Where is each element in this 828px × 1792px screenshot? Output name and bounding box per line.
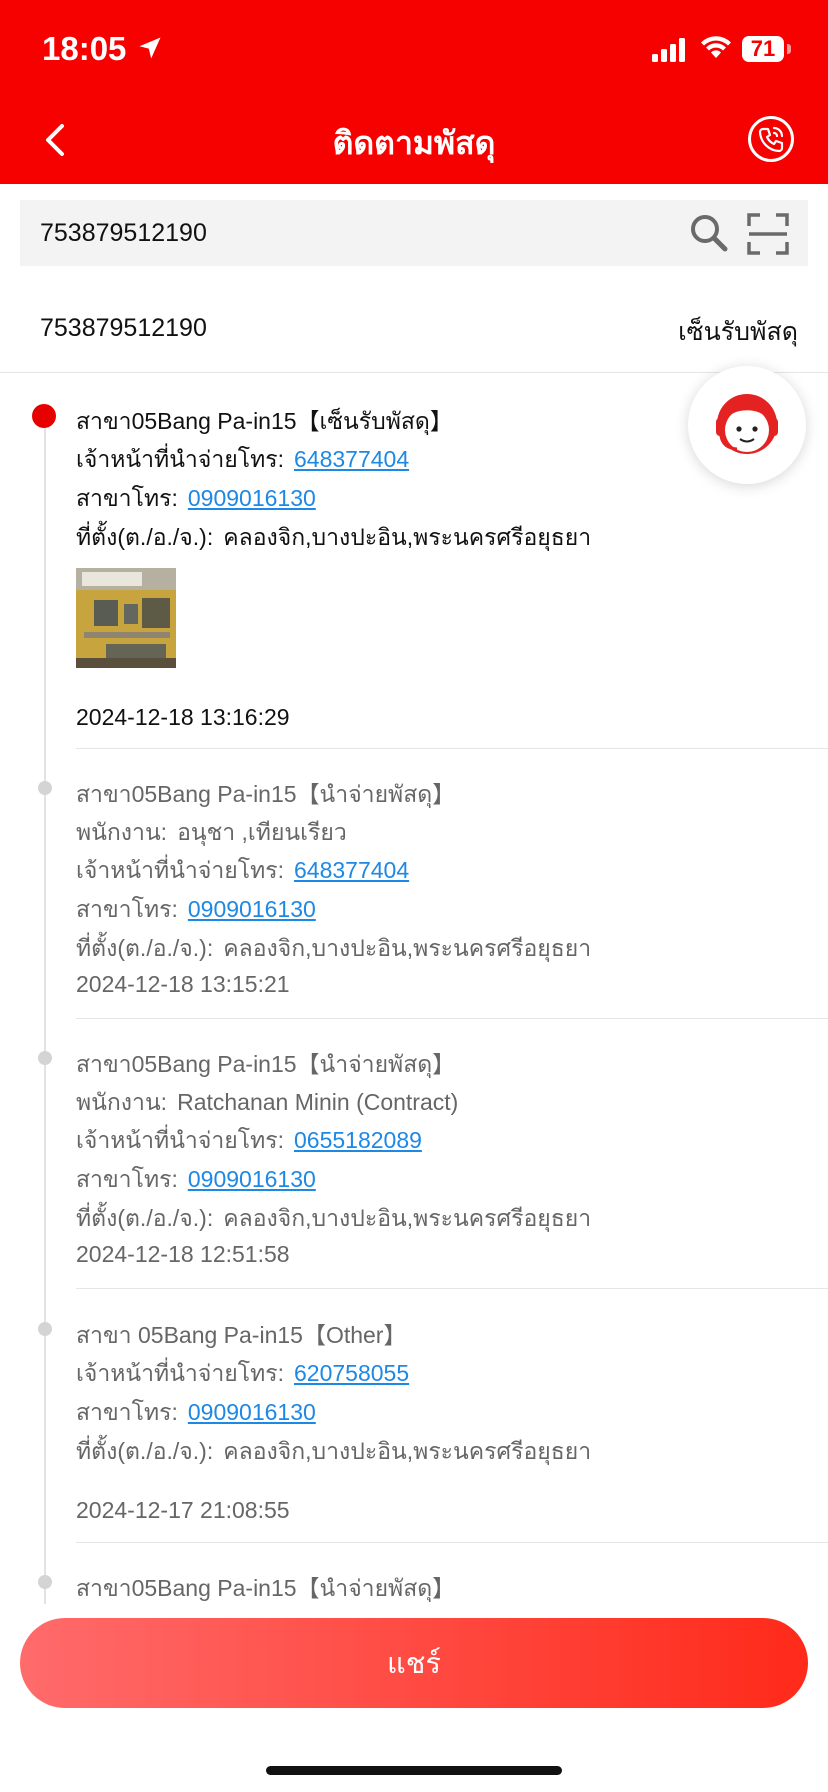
courier-phone-row: เจ้าหน้าที่นำจ่ายโทร: 648377404 — [76, 442, 409, 478]
entry-divider — [76, 1018, 828, 1019]
branch-phone-row: สาขาโทร: 0909016130 — [76, 892, 316, 928]
status-time: 18:05 — [42, 30, 127, 67]
entry-title: สาขา05Bang Pa-in15【นำจ่ายพัสดุ】 — [76, 1051, 456, 1077]
branch-phone-label: สาขาโทร: — [76, 896, 178, 922]
staff-label: พนักงาน: — [76, 1089, 168, 1115]
location-label: ที่ตั้ง(ต./อ./จ.): — [76, 1205, 214, 1231]
location-value: คลองจิก,บางปะอิน,พระนครศรีอยุธยา — [223, 524, 592, 550]
tracking-number: 753879512190 — [40, 314, 207, 342]
location-arrow-icon — [139, 37, 161, 59]
courier-phone-link[interactable]: 648377404 — [294, 446, 409, 472]
header-bar: 18:05 71 ติดตามพัสดุ — [0, 0, 828, 184]
timeline-dot — [38, 1575, 52, 1589]
delivery-photo[interactable] — [76, 568, 176, 668]
courier-phone-link[interactable]: 620758055 — [294, 1360, 409, 1386]
customer-service-button[interactable] — [688, 366, 806, 484]
location-row: ที่ตั้ง(ต./อ./จ.): คลองจิก,บางปะอิน,พระนค… — [76, 520, 591, 556]
branch-phone-label: สาขาโทร: — [76, 485, 178, 511]
entry-title: สาขา05Bang Pa-in15【นำจ่ายพัสดุ】 — [76, 781, 456, 807]
location-value: คลองจิก,บางปะอิน,พระนครศรีอยุธยา — [223, 1205, 592, 1231]
headset-agent-icon — [716, 394, 778, 454]
location-label: ที่ตั้ง(ต./อ./จ.): — [76, 935, 214, 961]
staff-label: พนักงาน: — [76, 819, 168, 845]
timeline-dot — [38, 781, 52, 795]
search-icon[interactable] — [688, 212, 730, 254]
tracking-search-input[interactable] — [40, 200, 680, 266]
entry-title: สาขา 05Bang Pa-in15【Other】 — [76, 1322, 407, 1348]
branch-phone-row: สาขาโทร: 0909016130 — [76, 1162, 316, 1198]
entry-time: 2024-12-18 12:51:58 — [76, 1241, 290, 1267]
timeline-line — [44, 414, 46, 1604]
branch-phone-link[interactable]: 0909016130 — [188, 485, 316, 511]
courier-phone-label: เจ้าหน้าที่นำจ่ายโทร: — [76, 446, 284, 472]
branch-phone-row: สาขาโทร: 0909016130 — [76, 481, 316, 517]
branch-phone-row: สาขาโทร: 0909016130 — [76, 1395, 316, 1431]
timeline-dot — [38, 1322, 52, 1336]
courier-phone-label: เจ้าหน้าที่นำจ่ายโทร: — [76, 1127, 284, 1153]
branch-phone-link[interactable]: 0909016130 — [188, 896, 316, 922]
signal-icon — [652, 38, 685, 62]
parcel-status: เซ็นรับพัสดุ — [678, 318, 798, 346]
page-title: ติดตามพัสดุ — [332, 125, 496, 161]
entry-time: 2024-12-18 13:16:29 — [76, 704, 290, 730]
phone-call-icon — [758, 126, 784, 153]
search-box — [20, 200, 808, 266]
branch-phone-link[interactable]: 0909016130 — [188, 1166, 316, 1192]
staff-row: พนักงาน: อนุชา ,เทียนเรียว — [76, 815, 347, 851]
wifi-icon — [701, 36, 731, 58]
scan-icon[interactable] — [746, 212, 790, 256]
branch-phone-label: สาขาโทร: — [76, 1399, 178, 1425]
courier-phone-row: เจ้าหน้าที่นำจ่ายโทร: 620758055 — [76, 1356, 409, 1392]
staff-row: พนักงาน: Ratchanan Minin (Contract) — [76, 1085, 458, 1121]
location-row: ที่ตั้ง(ต./อ./จ.): คลองจิก,บางปะอิน,พระนค… — [76, 1434, 591, 1470]
location-row: ที่ตั้ง(ต./อ./จ.): คลองจิก,บางปะอิน,พระนค… — [76, 931, 591, 967]
location-value: คลองจิก,บางปะอิน,พระนครศรีอยุธยา — [223, 1438, 592, 1464]
courier-phone-label: เจ้าหน้าที่นำจ่ายโทร: — [76, 1360, 284, 1386]
courier-phone-row: เจ้าหน้าที่นำจ่ายโทร: 0655182089 — [76, 1123, 422, 1159]
courier-phone-label: เจ้าหน้าที่นำจ่ายโทร: — [76, 857, 284, 883]
location-row: ที่ตั้ง(ต./อ./จ.): คลองจิก,บางปะอิน,พระนค… — [76, 1201, 591, 1237]
staff-name: อนุชา ,เทียนเรียว — [177, 819, 347, 845]
entry-title: สาขา05Bang Pa-in15【เซ็นรับพัสดุ】 — [76, 408, 453, 434]
branch-phone-link[interactable]: 0909016130 — [188, 1399, 316, 1425]
location-label: ที่ตั้ง(ต./อ./จ.): — [76, 1438, 214, 1464]
courier-phone-row: เจ้าหน้าที่นำจ่ายโทร: 648377404 — [76, 853, 409, 889]
entry-title: สาขา05Bang Pa-in15【นำจ่ายพัสดุ】 — [76, 1575, 456, 1601]
entry-divider — [76, 748, 828, 749]
location-label: ที่ตั้ง(ต./อ./จ.): — [76, 524, 214, 550]
home-indicator — [266, 1766, 562, 1775]
parcel-photo-image — [76, 568, 176, 668]
timeline-dot-active — [32, 404, 56, 428]
branch-phone-label: สาขาโทร: — [76, 1166, 178, 1192]
share-button[interactable]: แชร์ — [20, 1618, 808, 1708]
call-button[interactable] — [748, 116, 794, 162]
staff-name: Ratchanan Minin (Contract) — [177, 1089, 459, 1115]
courier-phone-link[interactable]: 0655182089 — [294, 1127, 422, 1153]
entry-time: 2024-12-18 13:15:21 — [76, 971, 290, 997]
location-value: คลองจิก,บางปะอิน,พระนครศรีอยุธยา — [223, 935, 592, 961]
entry-divider — [76, 1288, 828, 1289]
timeline-dot — [38, 1051, 52, 1065]
entry-divider — [76, 1542, 828, 1543]
battery-indicator: 71 — [742, 36, 784, 62]
battery-cap — [787, 44, 791, 54]
courier-phone-link[interactable]: 648377404 — [294, 857, 409, 883]
entry-time: 2024-12-17 21:08:55 — [76, 1497, 290, 1523]
